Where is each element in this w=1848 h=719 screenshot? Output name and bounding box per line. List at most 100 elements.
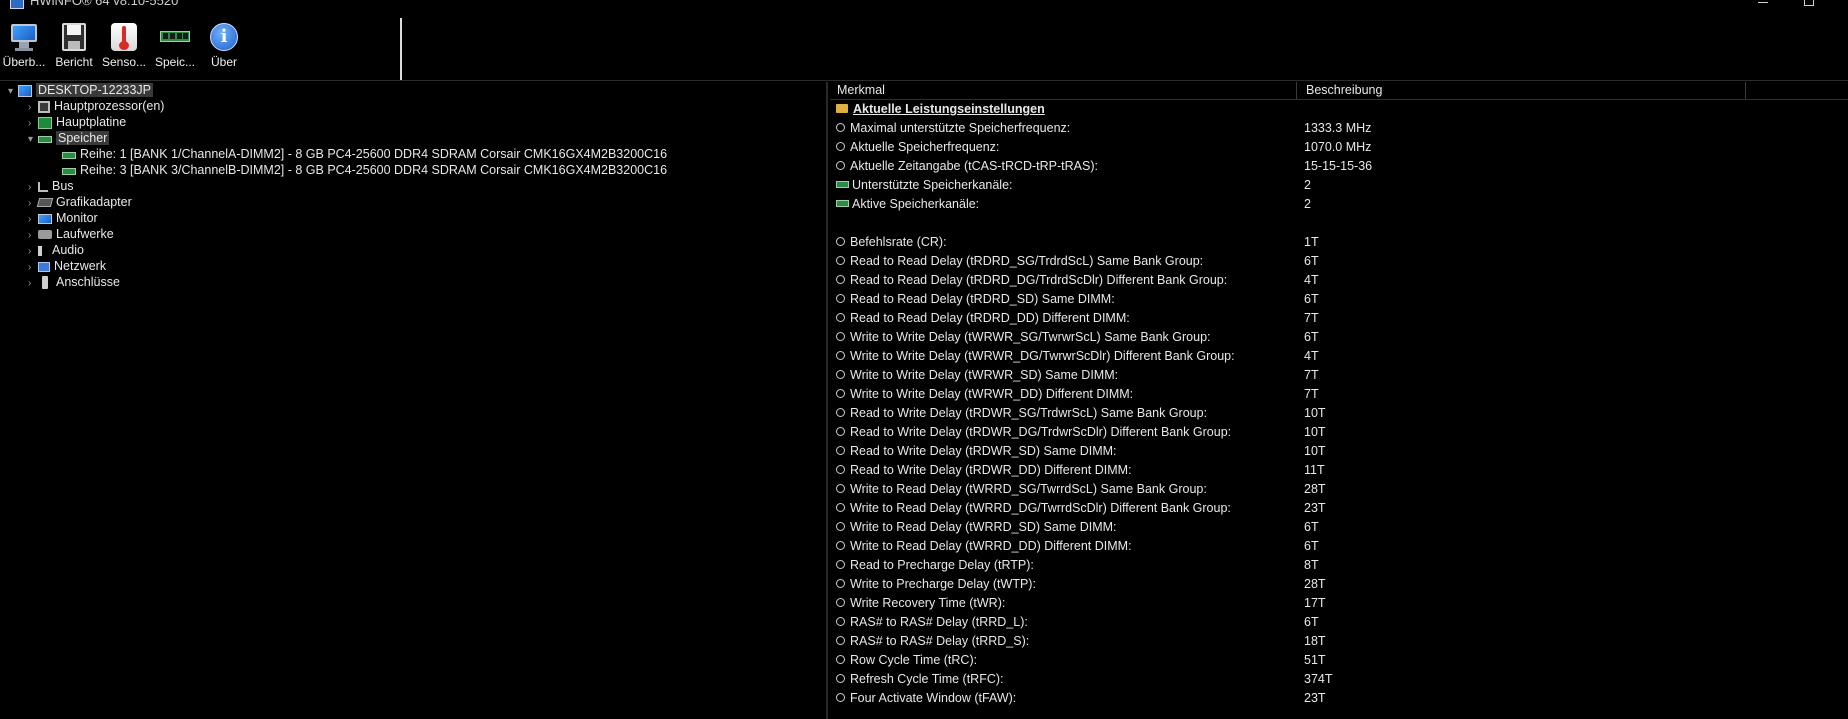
sensors-label: Senso... bbox=[101, 55, 147, 69]
table-row[interactable]: Refresh Cycle Time (tRFC): 374T bbox=[830, 670, 1848, 689]
overview-label: Überb... bbox=[2, 55, 46, 69]
about-button[interactable]: i Über bbox=[201, 22, 247, 78]
collapse-arrow-icon[interactable]: ▾ bbox=[8, 84, 18, 100]
table-row[interactable]: Write Recovery Time (tWR): 17T bbox=[830, 594, 1848, 613]
table-row[interactable]: RAS# to RAS# Delay (tRRD_L): 6T bbox=[830, 613, 1848, 632]
table-row[interactable]: Row Cycle Time (tRC): 51T bbox=[830, 651, 1848, 670]
tree-node-computer[interactable]: ▾ DESKTOP-12233JP bbox=[8, 82, 154, 100]
column-divider[interactable] bbox=[1296, 82, 1297, 99]
table-row[interactable]: Maximal unterstützte Speicherfrequenz: 13… bbox=[830, 119, 1848, 138]
table-row[interactable]: Four Activate Window (tFAW): 23T bbox=[830, 689, 1848, 708]
tree-node-ram-module-1[interactable]: Reihe: 1 [BANK 1/ChannelA-DIMM2] - 8 GB … bbox=[62, 146, 667, 162]
table-row[interactable]: Read to Write Delay (tRDWR_SG/TrdwrScL) … bbox=[830, 404, 1848, 423]
row-value: 18T bbox=[1304, 634, 1326, 648]
clock-icon bbox=[836, 123, 845, 133]
table-row[interactable]: Write to Write Delay (tWRWR_SG/TwrwrScL)… bbox=[830, 328, 1848, 347]
clock-icon bbox=[836, 237, 845, 247]
table-row[interactable]: Befehlsrate (CR): 1T bbox=[830, 233, 1848, 252]
table-row[interactable]: Read to Write Delay (tRDWR_SD) Same DIMM… bbox=[830, 442, 1848, 461]
tree-node-ports[interactable]: › Anschlüsse bbox=[28, 274, 120, 290]
row-feature-text: Write to Write Delay (tWRWR_DG/TwrwrScDl… bbox=[850, 349, 1235, 363]
table-row[interactable]: Write to Write Delay (tWRWR_DD) Differen… bbox=[830, 385, 1848, 404]
table-row[interactable]: Read to Read Delay (tRDRD_SD) Same DIMM:… bbox=[830, 290, 1848, 309]
row-value: 6T bbox=[1304, 254, 1319, 268]
tree-node-label: Reihe: 3 [BANK 3/ChannelB-DIMM2] - 8 GB … bbox=[80, 163, 668, 177]
column-header-description[interactable]: Beschreibung bbox=[1306, 82, 1382, 99]
maximize-icon[interactable] bbox=[1804, 0, 1814, 6]
row-feature: Befehlsrate (CR): bbox=[836, 233, 947, 252]
row-feature-text: Read to Read Delay (tRDRD_SG/TrdrdScL) S… bbox=[850, 254, 1204, 268]
tree-node-label: Bus bbox=[52, 179, 74, 193]
column-divider[interactable] bbox=[1745, 82, 1746, 99]
collapse-arrow-icon[interactable]: ▾ bbox=[28, 132, 38, 148]
expand-arrow-icon[interactable]: › bbox=[28, 276, 38, 292]
clock-icon bbox=[836, 370, 845, 380]
table-row[interactable]: Aktuelle Zeitangabe (tCAS-tRCD-tRP-tRAS)… bbox=[830, 157, 1848, 176]
row-feature: Aktuelle Leistungseinstellungen bbox=[836, 100, 1045, 119]
tree-node-memory[interactable]: ▾ Speicher bbox=[28, 130, 110, 148]
tree-node-bus[interactable]: › Bus bbox=[28, 178, 74, 194]
table-row[interactable]: Read to Read Delay (tRDRD_DD) Different … bbox=[830, 309, 1848, 328]
table-row[interactable]: Write to Read Delay (tWRRD_SD) Same DIMM… bbox=[830, 518, 1848, 537]
table-row[interactable]: Read to Precharge Delay (tRTP): 8T bbox=[830, 556, 1848, 575]
memory-button[interactable]: Speic... bbox=[152, 22, 198, 78]
tree-node-audio[interactable]: › Audio bbox=[28, 242, 84, 258]
table-row[interactable]: Read to Write Delay (tRDWR_DG/TrdwrScDlr… bbox=[830, 423, 1848, 442]
toolbar-separator bbox=[400, 18, 402, 80]
tree-node-drives[interactable]: › Laufwerke bbox=[28, 226, 114, 242]
table-row[interactable]: Read to Read Delay (tRDRD_SG/TrdrdScL) S… bbox=[830, 252, 1848, 271]
row-feature-text: Row Cycle Time (tRC): bbox=[850, 653, 978, 667]
table-row[interactable]: Write to Precharge Delay (tWTP): 28T bbox=[830, 575, 1848, 594]
table-row[interactable]: Unterstützte Speicherkanäle: 2 bbox=[830, 176, 1848, 195]
table-row[interactable]: Aktive Speicherkanäle: 2 bbox=[830, 195, 1848, 214]
row-value: 10T bbox=[1304, 406, 1326, 420]
row-feature: Aktuelle Zeitangabe (tCAS-tRCD-tRP-tRAS)… bbox=[836, 157, 1098, 176]
clock-icon bbox=[836, 351, 845, 361]
tree-node-label: Speicher bbox=[56, 131, 110, 145]
table-row[interactable]: Read to Write Delay (tRDWR_DD) Different… bbox=[830, 461, 1848, 480]
row-feature-text: Write to Precharge Delay (tWTP): bbox=[850, 577, 1036, 591]
title-bar: HWiNFO® 64 v8.10-5520 bbox=[0, 0, 1848, 14]
row-feature-text: Write to Read Delay (tWRRD_SD) Same DIMM… bbox=[850, 520, 1117, 534]
row-feature: Read to Read Delay (tRDRD_SD) Same DIMM: bbox=[836, 290, 1115, 309]
row-feature: Aktuelle Speicherfrequenz: bbox=[836, 138, 999, 157]
tree-node-cpu[interactable]: › Hauptprozessor(en) bbox=[28, 98, 164, 114]
row-value: 374T bbox=[1304, 672, 1333, 686]
about-label: Über bbox=[210, 55, 237, 69]
clock-icon bbox=[836, 161, 845, 171]
minimize-icon[interactable] bbox=[1758, 2, 1768, 3]
report-button[interactable]: Bericht bbox=[51, 22, 97, 78]
row-feature: Write to Write Delay (tWRWR_SD) Same DIM… bbox=[836, 366, 1118, 385]
row-feature-text: Write to Read Delay (tWRRD_DG/TwrrdScDlr… bbox=[850, 501, 1231, 515]
table-row[interactable]: Write to Read Delay (tWRRD_SG/TwrrdScL) … bbox=[830, 480, 1848, 499]
pane-splitter[interactable] bbox=[826, 82, 828, 719]
tree-node-ram-module-3[interactable]: Reihe: 3 [BANK 3/ChannelB-DIMM2] - 8 GB … bbox=[62, 162, 667, 178]
tree-node-label: Grafikadapter bbox=[56, 195, 132, 209]
row-feature-text: Aktuelle Zeitangabe (tCAS-tRCD-tRP-tRAS)… bbox=[850, 159, 1098, 173]
tree-node-gpu[interactable]: › Grafikadapter bbox=[28, 194, 132, 210]
ram-icon bbox=[836, 181, 849, 189]
row-feature-text: Write to Read Delay (tWRRD_DD) Different… bbox=[850, 539, 1132, 553]
section-header-row[interactable]: Aktuelle Leistungseinstellungen bbox=[830, 100, 1848, 119]
table-row[interactable]: RAS# to RAS# Delay (tRRD_S): 18T bbox=[830, 632, 1848, 651]
sensors-button[interactable]: Senso... bbox=[101, 22, 147, 78]
row-feature-text: Refresh Cycle Time (tRFC): bbox=[850, 672, 1004, 686]
table-row[interactable]: Write to Read Delay (tWRRD_DD) Different… bbox=[830, 537, 1848, 556]
clock-icon bbox=[836, 655, 845, 665]
thermometer-icon bbox=[109, 22, 139, 52]
table-row[interactable]: Aktuelle Speicherfrequenz: 1070.0 MHz bbox=[830, 138, 1848, 157]
tree-node-monitor[interactable]: › Monitor bbox=[28, 210, 98, 226]
clock-icon bbox=[836, 484, 845, 494]
table-row[interactable]: Write to Write Delay (tWRWR_DG/TwrwrScDl… bbox=[830, 347, 1848, 366]
table-row[interactable]: Write to Read Delay (tWRRD_DG/TwrrdScDlr… bbox=[830, 499, 1848, 518]
row-value: 1T bbox=[1304, 235, 1319, 249]
column-header-feature[interactable]: Merkmal bbox=[837, 82, 885, 99]
clock-icon bbox=[836, 503, 845, 513]
table-row[interactable]: Read to Read Delay (tRDRD_DG/TrdrdScDlr)… bbox=[830, 271, 1848, 290]
tree-node-network[interactable]: › Netzwerk bbox=[28, 258, 106, 274]
tree-node-motherboard[interactable]: › Hauptplatine bbox=[28, 114, 126, 130]
overview-button[interactable]: Überb... bbox=[1, 22, 47, 78]
row-value: 7T bbox=[1304, 311, 1319, 325]
table-row[interactable]: Write to Write Delay (tWRWR_SD) Same DIM… bbox=[830, 366, 1848, 385]
tree-node-label: Reihe: 1 [BANK 1/ChannelA-DIMM2] - 8 GB … bbox=[80, 147, 668, 161]
